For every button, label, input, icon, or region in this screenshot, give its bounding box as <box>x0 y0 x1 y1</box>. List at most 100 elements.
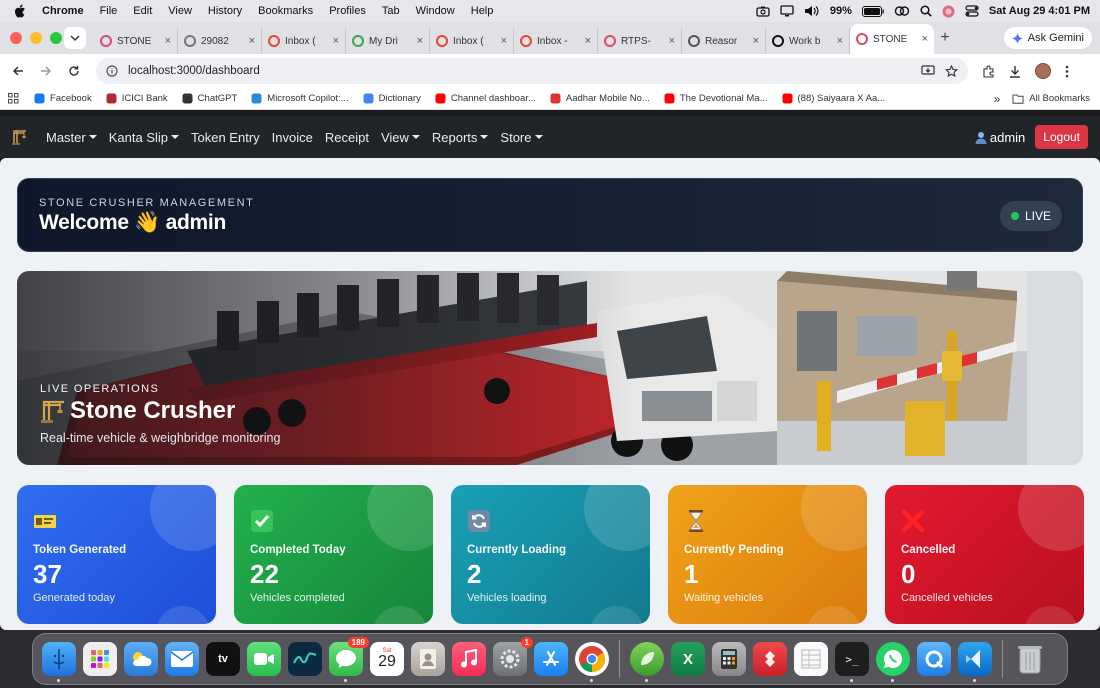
stat-card-currently-pending[interactable]: Currently Pending 1 Waiting vehicles <box>668 485 867 624</box>
crane-logo-icon[interactable] <box>0 129 40 145</box>
nav-item-token-entry[interactable]: Token Entry <box>185 130 266 145</box>
all-bookmarks-link[interactable]: All Bookmarks <box>1012 93 1090 104</box>
whatsapp-icon[interactable] <box>876 642 910 682</box>
terminal-icon[interactable]: >_ <box>835 642 869 682</box>
browser-tab[interactable]: Work b × <box>766 28 850 54</box>
weather-icon[interactable] <box>124 642 158 676</box>
system-settings-icon[interactable]: 1 <box>493 637 533 676</box>
mail-icon[interactable] <box>165 642 199 676</box>
close-tab-icon[interactable]: × <box>585 35 591 47</box>
ask-gemini-button[interactable]: Ask Gemini <box>1003 27 1092 49</box>
bookmark-item[interactable]: Dictionary <box>356 93 428 104</box>
trash-icon[interactable] <box>1013 642 1047 676</box>
link-icon[interactable] <box>894 5 910 17</box>
browser-tab[interactable]: RTPS- × <box>598 28 682 54</box>
site-info-icon[interactable] <box>106 65 118 77</box>
reload-icon[interactable] <box>60 65 88 77</box>
minimize-window-button[interactable] <box>30 32 42 44</box>
browser-tab[interactable]: 29082 × <box>178 28 262 54</box>
close-tab-icon[interactable]: × <box>501 35 507 47</box>
close-window-button[interactable] <box>10 32 22 44</box>
close-tab-icon[interactable]: × <box>837 35 843 47</box>
apple-icon[interactable] <box>0 4 40 18</box>
proxyman-icon[interactable] <box>917 642 951 676</box>
nav-item-receipt[interactable]: Receipt <box>319 130 375 145</box>
camera-icon[interactable] <box>756 6 770 17</box>
notes-table-icon[interactable] <box>794 642 828 676</box>
browser-tab[interactable]: Inbox (× <box>262 28 346 54</box>
menubar-app-name[interactable]: Chrome <box>40 5 92 17</box>
more-bookmarks-chevron[interactable]: » <box>994 92 1001 106</box>
close-tab-icon[interactable]: × <box>922 33 928 45</box>
chrome-icon[interactable] <box>575 642 609 682</box>
address-bar[interactable]: localhost:3000/dashboard <box>96 58 968 84</box>
stat-card-token-generated[interactable]: Token Generated 37 Generated today <box>17 485 216 624</box>
excel-icon[interactable]: X <box>671 642 705 676</box>
menu-history[interactable]: History <box>200 5 250 17</box>
browser-tab[interactable]: STONE × <box>94 28 178 54</box>
bookmark-item[interactable]: Channel dashboar... <box>428 93 543 104</box>
nav-item-kanta-slip[interactable]: Kanta Slip <box>103 130 185 145</box>
stocks-icon[interactable] <box>288 642 322 676</box>
bookmark-item[interactable]: ICICI Bank <box>99 93 175 104</box>
battery-icon[interactable] <box>861 5 884 17</box>
close-tab-icon[interactable]: × <box>669 35 675 47</box>
close-tab-icon[interactable]: × <box>165 35 171 47</box>
browser-tab[interactable]: My Dri × <box>346 28 430 54</box>
back-arrow-icon[interactable] <box>4 65 32 77</box>
nav-item-view[interactable]: View <box>375 130 426 145</box>
kebab-menu-icon[interactable] <box>1065 65 1069 78</box>
new-tab-button[interactable]: + <box>934 29 956 47</box>
launchpad-icon[interactable] <box>83 642 117 676</box>
address-url[interactable]: localhost:3000/dashboard <box>128 65 911 77</box>
bookmark-item[interactable]: ChatGPT <box>175 93 245 104</box>
menu-file[interactable]: File <box>92 5 126 17</box>
control-center-icon[interactable] <box>965 5 979 17</box>
tab-search-icon[interactable] <box>64 27 86 49</box>
menu-window[interactable]: Window <box>408 5 463 17</box>
music-icon[interactable] <box>452 642 486 676</box>
browser-tab[interactable]: STONE × <box>850 24 934 54</box>
nav-item-reports[interactable]: Reports <box>426 130 495 145</box>
bookmark-item[interactable]: (88) Saiyaara X Aa... <box>775 93 893 104</box>
profile-avatar-icon[interactable] <box>1035 63 1051 79</box>
current-user[interactable]: admin <box>975 130 1025 145</box>
bookmark-item[interactable]: Facebook <box>27 93 99 104</box>
nav-item-invoice[interactable]: Invoice <box>266 130 319 145</box>
app-store-icon[interactable] <box>534 642 568 676</box>
zoom-window-button[interactable] <box>50 32 62 44</box>
menu-help[interactable]: Help <box>463 5 502 17</box>
finder-icon[interactable] <box>42 642 76 682</box>
close-tab-icon[interactable]: × <box>249 35 255 47</box>
download-icon[interactable] <box>1009 65 1021 78</box>
contacts-icon[interactable] <box>411 642 445 676</box>
stat-card-cancelled[interactable]: Cancelled 0 Cancelled vehicles <box>885 485 1084 624</box>
browser-tab[interactable]: Reasor × <box>682 28 766 54</box>
browser-tab[interactable]: Inbox - × <box>514 28 598 54</box>
nav-item-store[interactable]: Store <box>494 130 548 145</box>
stat-card-currently-loading[interactable]: Currently Loading 2 Vehicles loading <box>451 485 650 624</box>
close-tab-icon[interactable]: × <box>417 35 423 47</box>
extensions-icon[interactable] <box>982 65 995 78</box>
spring-tool-icon[interactable] <box>630 642 664 682</box>
messages-icon[interactable]: 189 <box>329 637 369 682</box>
browser-tab[interactable]: Inbox (× <box>430 28 514 54</box>
facetime-icon[interactable] <box>247 642 281 676</box>
stat-card-completed-today[interactable]: Completed Today 22 Vehicles completed <box>234 485 433 624</box>
calculator-icon[interactable] <box>712 642 746 676</box>
menu-view[interactable]: View <box>160 5 200 17</box>
menu-tab[interactable]: Tab <box>374 5 408 17</box>
apple-tv-icon[interactable]: tv <box>206 642 240 676</box>
bookmark-item[interactable]: Aadhar Mobile No... <box>543 93 657 104</box>
bookmark-star-icon[interactable] <box>945 64 958 78</box>
display-icon[interactable] <box>780 5 794 17</box>
anydesk-icon[interactable] <box>753 642 787 676</box>
close-tab-icon[interactable]: × <box>753 35 759 47</box>
logout-button[interactable]: Logout <box>1035 125 1088 149</box>
menu-bookmarks[interactable]: Bookmarks <box>250 5 321 17</box>
vscode-icon[interactable] <box>958 642 992 682</box>
nav-item-master[interactable]: Master <box>40 130 103 145</box>
apps-grid-icon[interactable] <box>0 93 27 104</box>
menubar-clock[interactable]: Sat Aug 29 4:01 PM <box>989 5 1090 17</box>
close-tab-icon[interactable]: × <box>333 35 339 47</box>
